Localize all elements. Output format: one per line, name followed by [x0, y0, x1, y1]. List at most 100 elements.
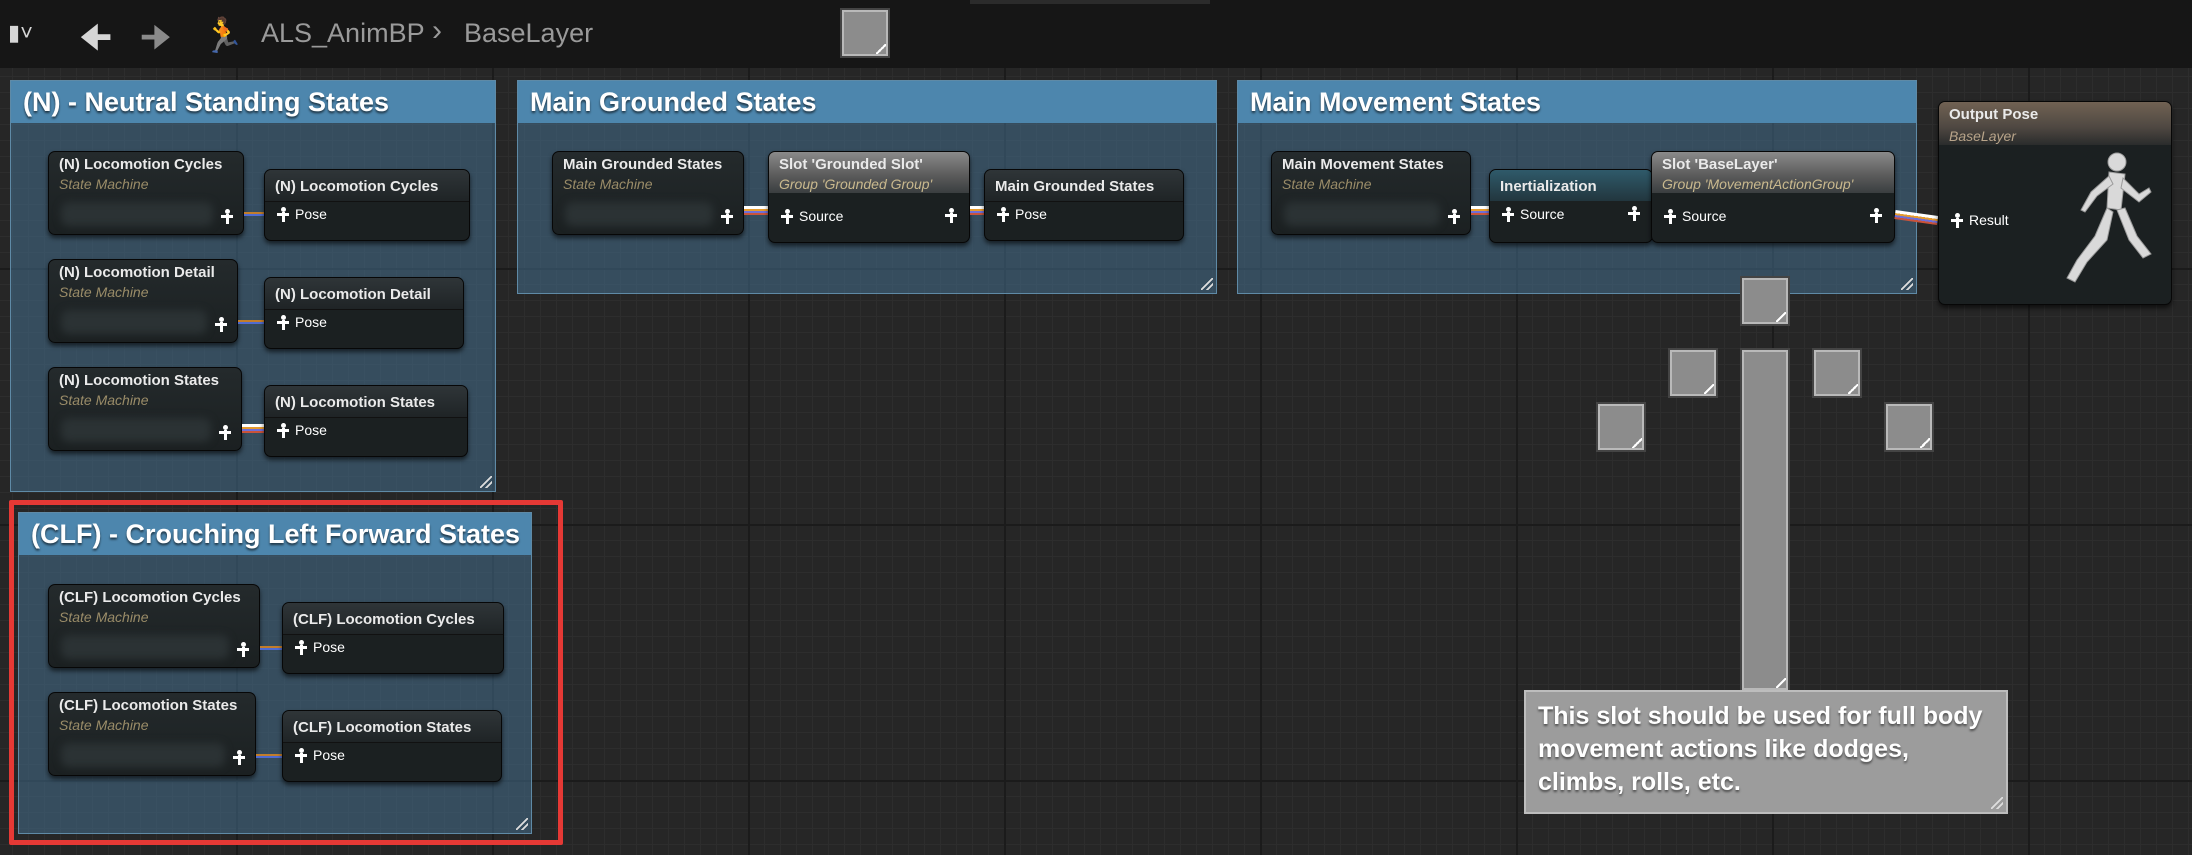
- forward-arrow-icon[interactable]: 🠊: [140, 14, 172, 71]
- saved-pose-node[interactable]: (N) Locomotion Cycles Pose: [264, 169, 470, 241]
- resize-handle-icon[interactable]: [1201, 278, 1213, 290]
- breadcrumb-layer[interactable]: BaseLayer: [464, 18, 593, 49]
- node-title: (N) Locomotion Detail: [265, 278, 463, 310]
- pose-input-pin[interactable]: Pose: [277, 206, 327, 222]
- slot-node-grounded[interactable]: Slot 'Grounded Slot' Group 'Grounded Gro…: [768, 151, 970, 243]
- selection-highlight: [9, 500, 563, 845]
- resize-handle-icon[interactable]: [480, 476, 492, 488]
- node-title: Main Grounded States: [563, 156, 723, 173]
- comment-title: (N) - Neutral Standing States: [11, 81, 495, 123]
- pose-input-pin[interactable]: Pose: [997, 206, 1047, 222]
- state-machine-node[interactable]: Main Movement States State Machine: [1271, 151, 1471, 235]
- node-title: (N) Locomotion States: [265, 386, 467, 418]
- pose-pin-icon: [221, 209, 233, 224]
- graph-toolbar: ▮˅ 🠈 🠊 🏃 ALS_AnimBP › BaseLayer: [0, 0, 2192, 68]
- pose-output-pin[interactable]: [1628, 206, 1640, 221]
- pose-pin-icon: [215, 317, 227, 332]
- pose-output-pin[interactable]: [721, 209, 733, 224]
- pin-label: Pose: [1015, 206, 1047, 222]
- pin-label: Pose: [295, 422, 327, 438]
- comment-note[interactable]: This slot should be used for full body m…: [1524, 690, 2008, 814]
- resize-handle-icon[interactable]: [1901, 278, 1913, 290]
- result-pin[interactable]: Result: [1951, 212, 2009, 228]
- node-title: Slot 'BaseLayer': [1652, 152, 1894, 175]
- source-pin[interactable]: Source: [781, 208, 843, 224]
- state-machine-node[interactable]: (N) Locomotion States State Machine: [48, 367, 242, 451]
- output-pose-node[interactable]: Output Pose BaseLayer Result: [1938, 101, 2172, 305]
- pose-pin-icon: [1664, 208, 1676, 224]
- slot-node-baselayer[interactable]: Slot 'BaseLayer' Group 'MovementActionGr…: [1651, 151, 1895, 243]
- pose-output-pin[interactable]: [219, 425, 231, 440]
- reroute-node[interactable]: [840, 8, 890, 58]
- state-machine-node[interactable]: (N) Locomotion Detail State Machine: [48, 259, 238, 343]
- wire: [238, 320, 264, 324]
- inertialization-node[interactable]: Inertialization Source: [1489, 169, 1653, 243]
- saved-pose-node[interactable]: Main Grounded States Pose: [984, 169, 1184, 241]
- node-subtitle: BaseLayer: [1939, 127, 2171, 145]
- pose-output-pin[interactable]: [945, 208, 957, 223]
- node-subtitle: State Machine: [59, 392, 149, 408]
- node-title: (N) Locomotion States: [59, 372, 219, 389]
- toolbar-top-accent: [970, 0, 1210, 4]
- node-title: Main Movement States: [1282, 156, 1444, 173]
- source-pin[interactable]: Source: [1502, 206, 1564, 222]
- pin-label: Pose: [295, 314, 327, 330]
- pose-output-pin[interactable]: [215, 317, 227, 332]
- pose-pin-icon: [945, 208, 957, 223]
- source-pin[interactable]: Source: [1664, 208, 1726, 224]
- back-arrow-icon[interactable]: 🠈: [80, 14, 112, 71]
- pose-output-pin[interactable]: [221, 209, 233, 224]
- saved-pose-node[interactable]: (N) Locomotion States Pose: [264, 385, 468, 457]
- node-subtitle: Group 'Grounded Group': [769, 175, 969, 193]
- wire: [244, 212, 264, 216]
- pose-pin-icon: [1628, 206, 1640, 221]
- node-subtitle: State Machine: [59, 176, 149, 192]
- resize-handle-icon[interactable]: [1991, 797, 2003, 809]
- running-man-icon: 🏃: [202, 17, 245, 55]
- pin-label: Pose: [295, 206, 327, 222]
- pose-pin-icon: [277, 314, 289, 330]
- reroute-bar[interactable]: [1740, 348, 1790, 692]
- note-text: This slot should be used for full body m…: [1538, 702, 1983, 796]
- node-title: Output Pose: [1939, 102, 2171, 127]
- node-title: (N) Locomotion Cycles: [265, 170, 469, 202]
- pin-label: Source: [1520, 206, 1565, 222]
- comment-title: Main Grounded States: [518, 81, 1216, 123]
- node-title: Slot 'Grounded Slot': [769, 152, 969, 175]
- node-subtitle: State Machine: [59, 284, 149, 300]
- pin-label: Source: [1682, 208, 1727, 224]
- node-subtitle: Group 'MovementActionGroup': [1652, 175, 1894, 193]
- node-subtitle: State Machine: [563, 176, 653, 192]
- node-preview: [565, 202, 713, 226]
- state-machine-node[interactable]: (N) Locomotion Cycles State Machine: [48, 151, 244, 235]
- pose-input-pin[interactable]: Pose: [277, 422, 327, 438]
- node-preview: [61, 418, 211, 442]
- reroute-node[interactable]: [1668, 348, 1718, 398]
- bookmark-icon[interactable]: ▮˅: [8, 20, 33, 46]
- pose-pin-icon: [1502, 206, 1514, 222]
- pose-pin-icon: [1448, 209, 1460, 224]
- node-preview: [61, 310, 207, 334]
- node-title: Main Grounded States: [985, 170, 1183, 202]
- pose-output-pin[interactable]: [1870, 208, 1882, 223]
- reroute-node[interactable]: [1884, 402, 1934, 452]
- reroute-node[interactable]: [1812, 348, 1862, 398]
- pose-pin-icon: [997, 206, 1009, 222]
- comment-title: Main Movement States: [1238, 81, 1916, 123]
- node-preview: [1284, 202, 1440, 226]
- pose-input-pin[interactable]: Pose: [277, 314, 327, 330]
- wire: [744, 206, 768, 215]
- state-machine-node[interactable]: Main Grounded States State Machine: [552, 151, 744, 235]
- pin-label: Source: [799, 208, 844, 224]
- pose-pin-icon: [277, 422, 289, 438]
- reroute-node[interactable]: [1596, 402, 1646, 452]
- node-title: (N) Locomotion Cycles: [59, 156, 223, 173]
- saved-pose-node[interactable]: (N) Locomotion Detail Pose: [264, 277, 464, 349]
- breadcrumb-graph[interactable]: ALS_AnimBP: [261, 18, 425, 49]
- node-title: (N) Locomotion Detail: [59, 264, 215, 281]
- pose-pin-icon: [277, 206, 289, 222]
- breadcrumb-separator-icon: ›: [432, 14, 442, 47]
- reroute-node[interactable]: [1740, 276, 1790, 326]
- pose-output-pin[interactable]: [1448, 209, 1460, 224]
- pose-pin-icon: [1870, 208, 1882, 223]
